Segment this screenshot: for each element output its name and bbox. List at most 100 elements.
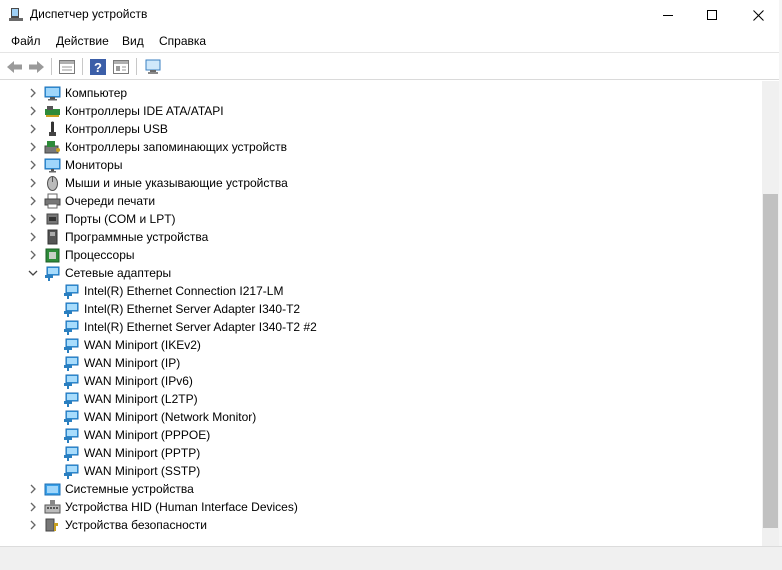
- monitor-icon: [44, 158, 61, 173]
- help-button[interactable]: ?: [88, 57, 108, 76]
- chevron-down-icon[interactable]: [27, 267, 39, 279]
- tree-category[interactable]: Контроллеры IDE ATA/ATAPI: [0, 102, 760, 120]
- hid-icon: [44, 500, 61, 514]
- tree-category-label: Порты (COM и LPT): [65, 212, 176, 226]
- minimize-button[interactable]: [645, 0, 691, 30]
- mouse-icon: [47, 176, 58, 191]
- tree-category[interactable]: Системные устройства: [0, 480, 760, 498]
- chevron-right-icon[interactable]: [27, 87, 39, 99]
- tree-category[interactable]: Контроллеры запоминающих устройств: [0, 138, 760, 156]
- chevron-right-icon[interactable]: [27, 177, 39, 189]
- tree-device[interactable]: WAN Miniport (IP): [0, 354, 760, 372]
- menu-bar: Файл Действие Вид Справка: [0, 30, 782, 52]
- tree-device-label: WAN Miniport (SSTP): [84, 464, 201, 478]
- tree-category[interactable]: Компьютер: [0, 84, 760, 102]
- tree-category[interactable]: Процессоры: [0, 246, 760, 264]
- tree-category-label: Устройства безопасности: [65, 518, 207, 532]
- chevron-right-icon[interactable]: [27, 195, 39, 207]
- tree-device[interactable]: WAN Miniport (L2TP): [0, 390, 760, 408]
- properties-button[interactable]: [57, 57, 77, 76]
- chevron-right-icon[interactable]: [27, 213, 39, 225]
- network-adapter-icon: [64, 284, 79, 299]
- tree-device[interactable]: WAN Miniport (Network Monitor): [0, 408, 760, 426]
- printer-icon: [44, 193, 61, 209]
- forward-arrow-icon: [28, 60, 44, 73]
- maximize-button[interactable]: [689, 0, 735, 30]
- tree-device[interactable]: WAN Miniport (PPTP): [0, 444, 760, 462]
- back-arrow-icon: [6, 60, 22, 73]
- tree-device[interactable]: Intel(R) Ethernet Connection I217-LM: [0, 282, 760, 300]
- forward-button[interactable]: [26, 57, 46, 76]
- chevron-right-icon[interactable]: [27, 231, 39, 243]
- chevron-right-icon[interactable]: [27, 105, 39, 117]
- tree-category[interactable]: Программные устройства: [0, 228, 760, 246]
- toolbar-separator: [136, 58, 137, 75]
- toolbar: ?: [0, 52, 782, 80]
- tree-category[interactable]: Устройства HID (Human Interface Devices): [0, 498, 760, 516]
- network-adapter-icon: [64, 356, 79, 371]
- tree-category[interactable]: Сетевые адаптеры: [0, 264, 760, 282]
- tree-category-label: Устройства HID (Human Interface Devices): [65, 500, 298, 514]
- tree-device[interactable]: WAN Miniport (IKEv2): [0, 336, 760, 354]
- tree-category-label: Очереди печати: [65, 194, 156, 208]
- scan-hardware-button[interactable]: [143, 57, 163, 76]
- tree-category[interactable]: Мыши и иные указывающие устройства: [0, 174, 760, 192]
- tree-category-label: Сетевые адаптеры: [65, 266, 172, 280]
- chevron-right-icon[interactable]: [27, 123, 39, 135]
- tree-device-label: Intel(R) Ethernet Server Adapter I340-T2…: [84, 320, 317, 334]
- tree-device[interactable]: WAN Miniport (IPv6): [0, 372, 760, 390]
- chevron-right-icon[interactable]: [27, 483, 39, 495]
- tree-category[interactable]: Устройства безопасности: [0, 516, 760, 534]
- tree-device[interactable]: WAN Miniport (SSTP): [0, 462, 760, 480]
- svg-text:?: ?: [94, 60, 102, 75]
- chevron-right-icon[interactable]: [27, 519, 39, 531]
- tree-category-label: Контроллеры запоминающих устройств: [65, 140, 287, 154]
- tree-category-label: Контроллеры USB: [65, 122, 168, 136]
- tree-device-label: WAN Miniport (L2TP): [84, 392, 198, 406]
- chevron-right-icon[interactable]: [27, 249, 39, 261]
- device-tree: Компьютер Контроллеры IDE ATA/ATAPI Контро…: [0, 81, 762, 546]
- tree-device[interactable]: WAN Miniport (PPPOE): [0, 426, 760, 444]
- network-adapter-icon: [64, 302, 79, 317]
- menu-help[interactable]: Справка: [159, 34, 206, 48]
- menu-action[interactable]: Действие: [56, 34, 109, 48]
- minimize-icon: [662, 14, 673, 16]
- tree-category-label: Мониторы: [65, 158, 123, 172]
- network-adapter-icon: [64, 320, 79, 335]
- port-icon: [46, 213, 59, 225]
- details-view-button[interactable]: [111, 57, 131, 76]
- network-adapter-icon: [64, 410, 79, 425]
- tree-device-label: WAN Miniport (IKEv2): [84, 338, 201, 352]
- tree-category[interactable]: Мониторы: [0, 156, 760, 174]
- ide-controller-icon: [45, 106, 60, 117]
- tree-category-label: Системные устройства: [65, 482, 194, 496]
- tree-category[interactable]: Очереди печати: [0, 192, 760, 210]
- device-manager-app-icon: [9, 8, 23, 21]
- menu-file[interactable]: Файл: [11, 34, 41, 48]
- chevron-right-icon[interactable]: [27, 501, 39, 513]
- tree-category[interactable]: Порты (COM и LPT): [0, 210, 760, 228]
- tree-category-label: Программные устройства: [65, 230, 209, 244]
- tree-device[interactable]: Intel(R) Ethernet Server Adapter I340-T2: [0, 300, 760, 318]
- chevron-right-icon[interactable]: [27, 141, 39, 153]
- vertical-scrollbar[interactable]: [762, 81, 779, 546]
- tree-device-label: Intel(R) Ethernet Connection I217-LM: [84, 284, 284, 298]
- network-adapter-icon: [64, 464, 79, 479]
- chevron-right-icon[interactable]: [27, 159, 39, 171]
- tree-category[interactable]: Контроллеры USB: [0, 120, 760, 138]
- tree-device-label: WAN Miniport (PPPOE): [84, 428, 211, 442]
- title-bar: Диспетчер устройств: [0, 0, 782, 30]
- scrollbar-thumb[interactable]: [763, 194, 778, 528]
- close-button[interactable]: [735, 0, 781, 30]
- toolbar-separator: [82, 58, 83, 75]
- tree-category-label: Мыши и иные указывающие устройства: [65, 176, 288, 190]
- security-device-icon: [45, 518, 58, 532]
- processor-icon: [45, 248, 60, 263]
- help-icon: ?: [90, 58, 106, 75]
- window-title: Диспетчер устройств: [30, 7, 148, 21]
- back-button[interactable]: [4, 57, 24, 76]
- menu-view[interactable]: Вид: [122, 34, 144, 48]
- network-adapter-icon: [64, 446, 79, 461]
- tree-device[interactable]: Intel(R) Ethernet Server Adapter I340-T2…: [0, 318, 760, 336]
- properties-icon: [59, 59, 75, 74]
